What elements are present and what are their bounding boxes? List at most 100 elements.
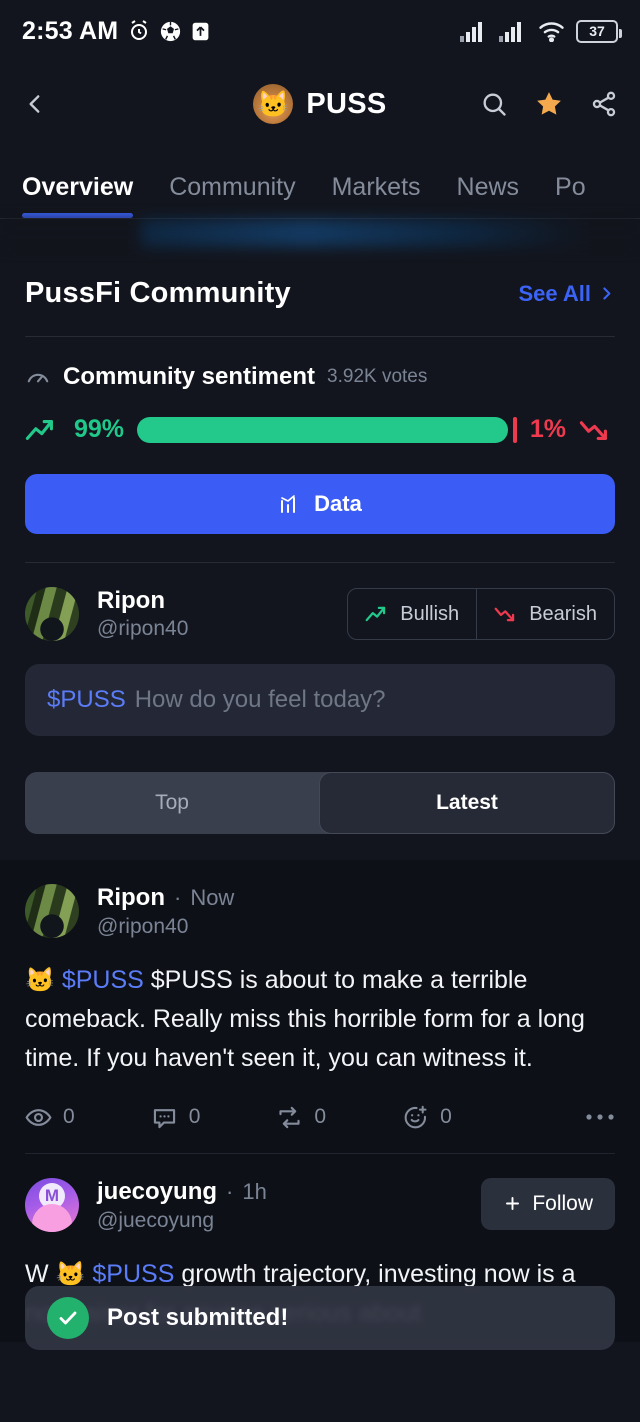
post-author-handle: @juecoyung [97, 1208, 215, 1232]
community-sentiment-header: Community sentiment 3.92K votes [25, 337, 615, 391]
home-indicator-area [0, 1382, 640, 1422]
filter-top[interactable]: Top [25, 772, 319, 834]
post-cashtag[interactable]: $PUSS [62, 966, 144, 994]
tab-markets[interactable]: Markets [332, 173, 439, 218]
bullish-button-label: Bullish [400, 602, 460, 625]
tab-news[interactable]: News [457, 173, 538, 218]
avatar[interactable] [25, 587, 79, 642]
toast-notification: Post submitted! [25, 1286, 615, 1350]
community-section-header: PussFi Community See All [25, 247, 615, 336]
post-actions: 0 0 0 0 [25, 1104, 615, 1153]
alarm-icon [127, 19, 151, 43]
see-all-label: See All [518, 280, 591, 306]
coin-emoji-icon: 🐱 [25, 967, 55, 995]
sentiment-bar-bearish [513, 416, 517, 443]
coin-avatar: 🐱 [253, 84, 294, 124]
chevron-right-icon [603, 287, 611, 300]
app-header: 🐱 PUSS [0, 62, 640, 146]
search-icon[interactable] [480, 90, 508, 118]
share-icon[interactable] [590, 90, 618, 118]
tab-posts[interactable]: Po [555, 173, 604, 218]
post-time-value: Now [190, 884, 235, 910]
post-more-button[interactable] [585, 1112, 615, 1122]
sentiment-label: Community sentiment [63, 363, 316, 390]
repost-count: 0 [314, 1105, 327, 1129]
battery-level: 37 [589, 23, 605, 39]
battery-icon: 37 [576, 19, 622, 43]
soccer-ball-icon [160, 21, 181, 42]
back-button[interactable] [22, 82, 66, 126]
sentiment-bar-row[interactable]: 99% 1% [25, 391, 615, 444]
comment-action[interactable]: 0 [151, 1104, 201, 1131]
sentiment-bar-bullish [137, 416, 509, 443]
bearish-button[interactable]: Bearish [476, 589, 614, 640]
post-timestamp: · [226, 1178, 234, 1204]
avatar-body-shape [32, 1203, 72, 1232]
status-bar-left: 2:53 AM [22, 17, 211, 46]
avatar[interactable]: M [25, 1177, 79, 1232]
sentiment-votes: 3.92K votes [327, 366, 428, 387]
post-author-name[interactable]: juecoyung [97, 1178, 217, 1206]
filter-latest[interactable]: Latest [319, 771, 615, 834]
post-header: M juecoyung · 1h @juecoyung Follow [25, 1177, 615, 1235]
post-author-handle: @ripon40 [97, 914, 189, 938]
repost-icon [276, 1104, 303, 1131]
post-cashtag[interactable]: $PUSS [92, 1260, 174, 1288]
follow-button-label: Follow [532, 1191, 593, 1215]
eye-icon [25, 1104, 52, 1131]
view-count-action[interactable]: 0 [25, 1104, 75, 1131]
status-bar-right: 37 [460, 19, 622, 43]
reaction-action[interactable]: 0 [402, 1104, 452, 1131]
post-composer-input[interactable]: $PUSS How do you feel today? [25, 663, 615, 736]
comment-count: 0 [188, 1105, 201, 1129]
wifi-icon [538, 20, 565, 42]
composer-ticker: $PUSS [47, 685, 126, 713]
composer-user-names: Ripon @ripon40 [97, 587, 188, 642]
sentiment-bar [137, 416, 517, 443]
scrolled-content-blur [0, 219, 640, 247]
bullish-percent: 99% [74, 415, 125, 443]
composer-user-handle: @ripon40 [97, 616, 189, 640]
post-text-prefix: W [25, 1259, 49, 1288]
trend-down-icon [494, 604, 520, 624]
post-timestamp: · [173, 884, 182, 910]
reaction-count: 0 [440, 1105, 452, 1129]
post-time-value: 1h [242, 1178, 267, 1204]
composer-user-name: Ripon [97, 587, 165, 614]
repost-action[interactable]: 0 [276, 1104, 326, 1131]
signal-2-icon [499, 20, 527, 42]
bullish-button[interactable]: Bullish [348, 589, 476, 639]
status-bar-clock: 2:53 AM [22, 16, 119, 45]
follow-button[interactable]: Follow [481, 1177, 615, 1230]
signal-1-icon [460, 20, 488, 42]
post-author-block: juecoyung · 1h @juecoyung [97, 1178, 267, 1235]
chevron-left-icon [29, 95, 40, 113]
trend-up-icon [365, 604, 391, 624]
gauge-icon [25, 364, 51, 390]
trend-down-icon [579, 416, 615, 444]
tab-community[interactable]: Community [169, 173, 313, 218]
status-bar: 2:53 AM 37 [0, 0, 640, 62]
composer-user-row: Ripon @ripon40 Bullish Bearish [25, 563, 615, 642]
post-header: Ripon · Now @ripon40 [25, 883, 615, 941]
tab-overview[interactable]: Overview [22, 173, 151, 218]
star-icon[interactable] [534, 89, 564, 119]
data-button-label: Data [314, 491, 362, 516]
bearish-percent: 1% [529, 415, 566, 443]
sentiment-vote-group: Bullish Bearish [347, 588, 615, 641]
upload-arrow-icon [190, 21, 211, 42]
avatar[interactable] [25, 883, 79, 938]
post-item[interactable]: Ripon · Now @ripon40 🐱 $PUSS $PUSS is ab… [0, 860, 640, 1153]
data-button[interactable]: Data [25, 474, 615, 534]
see-all-link[interactable]: See All [518, 281, 615, 307]
community-section: PussFi Community See All Community senti… [0, 247, 640, 834]
header-actions [480, 89, 618, 119]
reaction-add-icon [402, 1104, 429, 1131]
post-author-block: Ripon · Now @ripon40 [97, 884, 234, 941]
bearish-button-label: Bearish [529, 602, 597, 625]
post-author-name[interactable]: Ripon [97, 884, 165, 912]
more-horizontal-icon [585, 1112, 615, 1122]
section-title: PussFi Community [25, 277, 291, 309]
comment-icon [151, 1104, 178, 1131]
post-feed: Ripon · Now @ripon40 🐱 $PUSS $PUSS is ab… [0, 859, 640, 1343]
